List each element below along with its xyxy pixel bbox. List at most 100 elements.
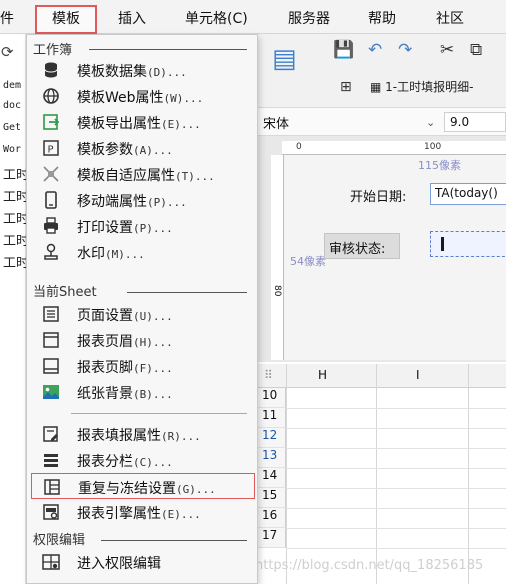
menu-item-mobile[interactable]: 移动端属性(P)... xyxy=(31,187,255,213)
tree-item[interactable]: doc xyxy=(3,100,21,111)
grid-icon[interactable]: ⊞ xyxy=(340,79,352,95)
menu-item-paper-background[interactable]: 纸张背景(B)... xyxy=(31,379,255,405)
row-header[interactable]: 15 xyxy=(258,488,286,508)
menu-item-text: 水印 xyxy=(77,246,105,262)
grid-line xyxy=(286,508,506,509)
row-header[interactable]: 13 xyxy=(258,448,286,468)
grid-line xyxy=(286,528,506,529)
menu-item-columns[interactable]: 报表分栏(C)... xyxy=(31,447,255,473)
toolbar: ▤ 💾 ↶ ↷ ✂ ⧉ ⊞ ▦ 1-工时填报明细- xyxy=(258,34,506,108)
autofit-icon xyxy=(41,164,61,184)
menu-item-web-attr[interactable]: 模板Web属性(W)... xyxy=(31,83,255,109)
cut-icon[interactable]: ✂ xyxy=(440,40,454,60)
menu-template[interactable]: 模板 xyxy=(52,8,80,28)
permission-icon xyxy=(41,552,61,572)
columns-icon xyxy=(41,450,61,470)
menu-file[interactable]: 件 xyxy=(0,8,14,28)
select-all-icon[interactable]: ⠿ xyxy=(264,368,273,382)
menu-item-text: 报表引擎属性 xyxy=(77,506,161,522)
audit-status-widget[interactable] xyxy=(430,231,506,257)
font-family-select[interactable]: 宋体 xyxy=(263,113,289,132)
copy-icon[interactable]: ⧉ xyxy=(470,40,482,60)
font-size-select[interactable]: 9.0 xyxy=(444,112,506,132)
menu-item-label: 移动端属性(P)... xyxy=(77,191,187,211)
left-ruler: 80 xyxy=(271,155,284,360)
menu-item-shortcut: (H)... xyxy=(133,336,173,349)
section-permission: 权限编辑 xyxy=(33,533,86,548)
grid-line xyxy=(286,448,506,449)
menu-item-label: 报表页眉(H)... xyxy=(77,331,173,351)
background-image-icon xyxy=(41,382,61,402)
menu-item-report-header[interactable]: 报表页眉(H)... xyxy=(31,327,255,353)
menu-insert[interactable]: 插入 xyxy=(118,8,146,28)
menu-cell[interactable]: 单元格(C) xyxy=(185,8,248,28)
menu-item-label: 重复与冻结设置(G)... xyxy=(78,478,216,498)
menu-item-autofit[interactable]: 模板自适应属性(T)... xyxy=(31,161,255,187)
column-header-i[interactable]: I xyxy=(416,368,420,382)
template-icon[interactable]: ▤ xyxy=(272,44,297,74)
printer-icon xyxy=(41,216,61,236)
grid-line xyxy=(286,548,506,549)
menu-item-enter-permission[interactable]: 进入权限编辑 xyxy=(31,549,255,575)
chevron-down-icon[interactable]: ⌄ xyxy=(426,116,435,129)
menu-item-page-setup[interactable]: 页面设置(U)... xyxy=(31,301,255,327)
menu-item-repeat-freeze[interactable]: 重复与冻结设置(G)... xyxy=(31,473,255,499)
menu-item-export-attr[interactable]: 模板导出属性(E)... xyxy=(31,109,255,135)
ruler-tick: 100 xyxy=(424,142,442,152)
text-cursor xyxy=(441,237,444,251)
audit-status-label-text: 审核状态: xyxy=(329,242,386,257)
redo-icon[interactable]: ↷ xyxy=(398,40,412,60)
menu-item-text: 纸张背景 xyxy=(77,386,133,402)
menu-community[interactable]: 社区 xyxy=(436,8,464,28)
menu-item-label: 模板导出属性(E)... xyxy=(77,113,201,133)
template-menu-dropdown: 工作簿 模板数据集(D)... 模板Web属性(W)... 模板导出属性(E).… xyxy=(26,34,258,584)
ruler-tick: 80 xyxy=(272,285,282,297)
tree-item[interactable]: dem xyxy=(3,80,21,91)
menu-server[interactable]: 服务器 xyxy=(288,8,330,28)
menu-item-parameters[interactable]: P 模板参数(A)... xyxy=(31,135,255,161)
menu-item-text: 报表填报属性 xyxy=(77,428,161,444)
row-header[interactable]: 12 xyxy=(258,428,286,448)
tree-item[interactable]: Get xyxy=(3,122,21,133)
export-icon xyxy=(41,112,61,132)
audit-status-label[interactable]: 审核状态: xyxy=(324,233,400,259)
menu-item-label: 报表填报属性(R)... xyxy=(77,425,201,445)
file-tab[interactable]: ▦ 1-工时填报明细- xyxy=(370,78,506,102)
column-header-h[interactable]: H xyxy=(318,368,327,382)
row-header[interactable]: 14 xyxy=(258,468,286,488)
section-divider xyxy=(89,49,247,50)
menu-item-label: 页面设置(U)... xyxy=(77,305,173,325)
menu-help[interactable]: 帮助 xyxy=(368,8,396,28)
form-designer: 0 100 80 115像素 54像素 开始日期: TA(today() 审核状… xyxy=(258,136,506,362)
tree-item[interactable]: Wor xyxy=(3,144,21,155)
menu-item-text: 模板Web属性 xyxy=(77,90,164,106)
file-tab-label: 1-工时填报明细- xyxy=(385,80,474,94)
menu-item-text: 打印设置 xyxy=(77,220,133,236)
row-header[interactable]: 16 xyxy=(258,508,286,528)
start-date-label[interactable]: 开始日期: xyxy=(350,186,406,205)
header-icon xyxy=(41,330,61,350)
database-icon xyxy=(41,60,61,80)
menu-item-fill-attributes[interactable]: 报表填报属性(R)... xyxy=(31,421,255,447)
menu-item-engine-attributes[interactable]: 报表引擎属性(E)... xyxy=(31,499,255,525)
menu-item-shortcut: (B)... xyxy=(133,388,173,401)
menu-item-shortcut: (E)... xyxy=(161,508,201,521)
menu-item-print-settings[interactable]: 打印设置(P)... xyxy=(31,213,255,239)
menu-item-shortcut: (C)... xyxy=(133,456,173,469)
menu-item-shortcut: (P)... xyxy=(133,222,173,235)
menu-item-label: 报表分栏(C)... xyxy=(77,451,173,471)
row-header[interactable]: 11 xyxy=(258,408,286,428)
save-icon[interactable]: 💾 xyxy=(333,40,354,60)
menu-item-report-footer[interactable]: 报表页脚(F)... xyxy=(31,353,255,379)
row-header[interactable]: 17 xyxy=(258,528,286,548)
menu-item-label: 报表页脚(F)... xyxy=(77,357,173,377)
start-date-widget[interactable]: TA(today() xyxy=(430,183,506,205)
menu-item-shortcut: (F)... xyxy=(133,362,173,375)
menu-item-text: 报表页脚 xyxy=(77,360,133,376)
row-header[interactable]: 10 xyxy=(258,388,286,408)
refresh-icon[interactable]: ⟳ xyxy=(1,43,14,61)
section-divider xyxy=(101,540,247,541)
undo-icon[interactable]: ↶ xyxy=(368,40,382,60)
menu-item-dataset[interactable]: 模板数据集(D)... xyxy=(31,57,255,83)
menu-item-watermark[interactable]: 水印(M)... xyxy=(31,239,255,265)
